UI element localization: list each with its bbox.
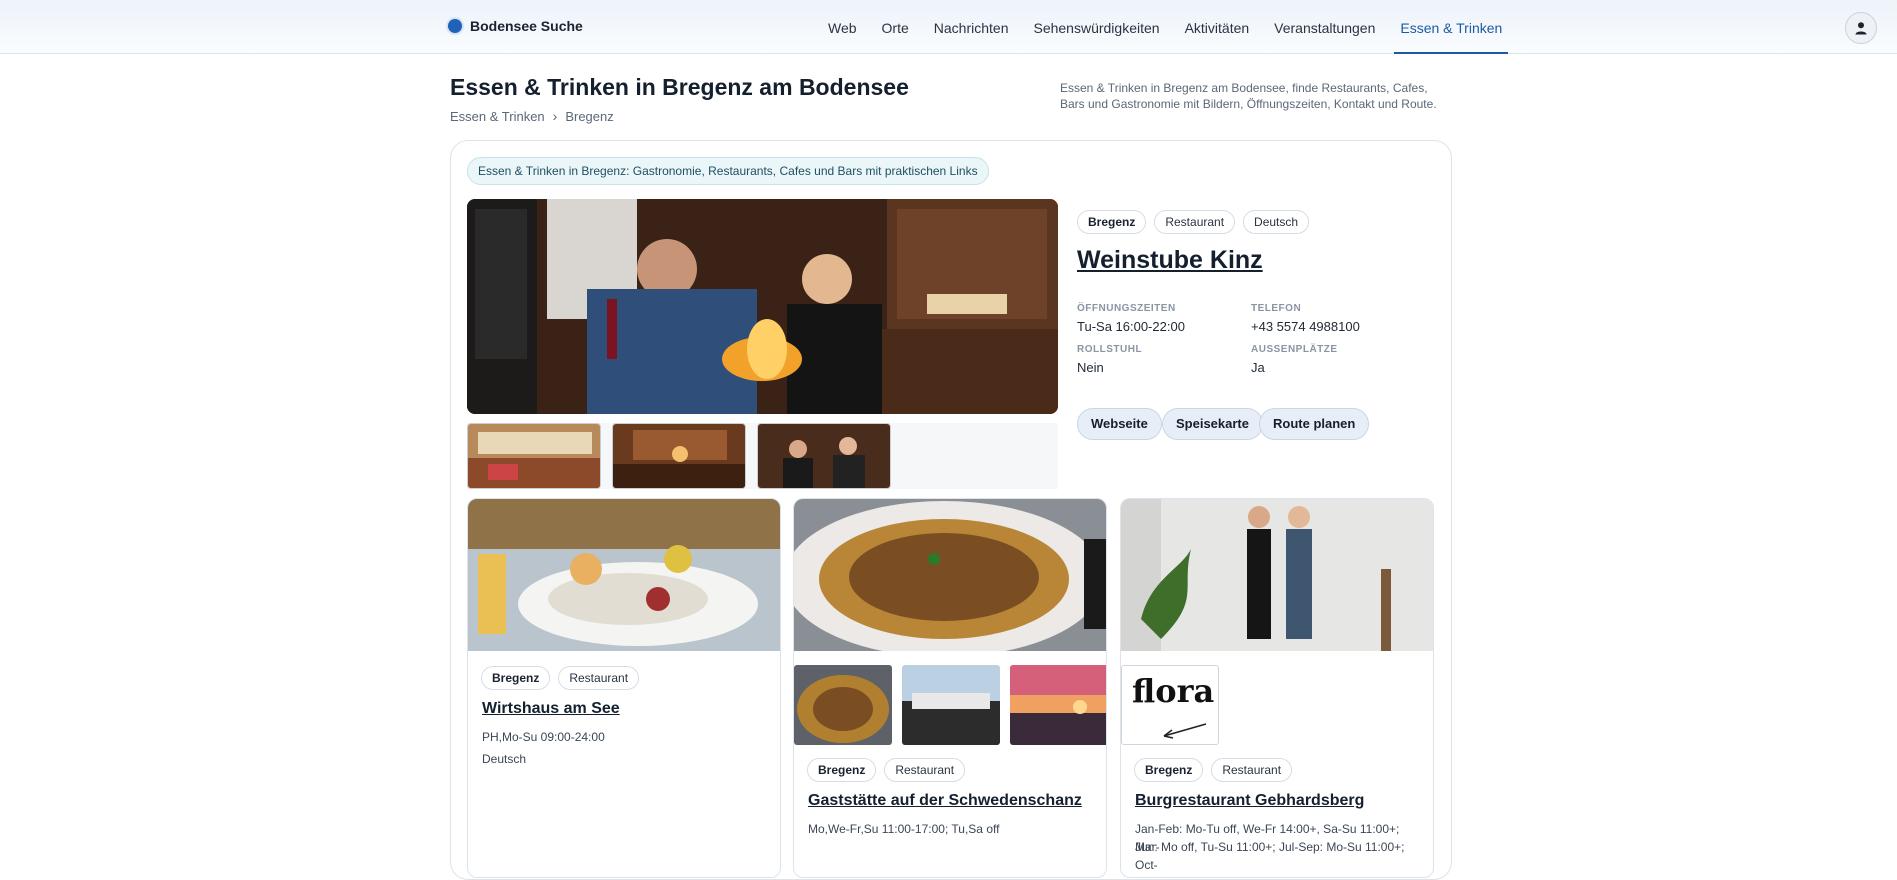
card-chips: Bregenz Restaurant [807, 758, 966, 782]
opening-hours-value: Tu-Sa 16:00-22:00 [1077, 319, 1185, 334]
featured-title-link[interactable]: Weinstube Kinz [1077, 246, 1263, 275]
chip-location[interactable]: Bregenz [807, 758, 877, 782]
user-account-button[interactable] [1845, 12, 1877, 44]
phone-label: TELEFON [1251, 303, 1302, 314]
card-image[interactable] [468, 499, 780, 651]
top-bar: Bodensee Suche Web Orte Nachrichten Sehe… [0, 0, 1897, 54]
featured-hero-image[interactable] [467, 199, 1058, 414]
featured-thumbnail-1[interactable] [467, 423, 601, 489]
card-logo[interactable]: flora [1121, 665, 1219, 745]
featured-thumbnail-strip [467, 423, 1058, 489]
chip-category[interactable]: Restaurant [884, 758, 966, 782]
nav-orte[interactable]: Orte [876, 0, 915, 54]
chip-category[interactable]: Restaurant [1211, 758, 1293, 782]
brand-name: Bodensee Suche [470, 18, 583, 34]
card-title-link[interactable]: Burgrestaurant Gebhardsberg [1135, 792, 1364, 810]
main-nav: Web Orte Nachrichten Sehenswürdigkeiten … [822, 0, 1521, 54]
chip-location[interactable]: Bregenz [1077, 210, 1147, 234]
brand-dot-icon [448, 19, 462, 33]
page-title: Essen & Trinken in Bregenz am Bodensee [450, 74, 909, 100]
logo-arrow-icon [1163, 723, 1207, 739]
card-chips: Bregenz Restaurant [1134, 758, 1293, 782]
card-hours: PH,Mo-Su 09:00-24:00 [482, 730, 605, 744]
result-card-wirtshaus[interactable]: Bregenz Restaurant Wirtshaus am See PH,M… [467, 498, 781, 878]
outdoor-seating-value: Ja [1251, 360, 1265, 375]
featured-chips: Bregenz Restaurant Deutsch [1077, 210, 1310, 234]
website-button[interactable]: Webseite [1077, 408, 1162, 440]
phone-value[interactable]: +43 5574 4988100 [1251, 319, 1360, 334]
nav-essen-trinken[interactable]: Essen & Trinken [1394, 0, 1509, 54]
result-card-schwedenschanz[interactable]: Bregenz Restaurant Gaststätte auf der Sc… [793, 498, 1107, 878]
card-chips: Bregenz Restaurant [481, 666, 640, 690]
card-hours: Mo,We-Fr,Su 11:00-17:00; Tu,Sa off [808, 822, 1000, 836]
nav-sehenswuerdigkeiten[interactable]: Sehenswürdigkeiten [1027, 0, 1165, 54]
nav-aktivitaeten[interactable]: Aktivitäten [1179, 0, 1256, 54]
card-language: Deutsch [482, 752, 527, 766]
card-title-link[interactable]: Wirtshaus am See [482, 700, 620, 718]
card-image[interactable] [1121, 499, 1433, 651]
result-card-gebhardsberg[interactable]: flora Bregenz Restaurant Burgrestaurant … [1120, 498, 1434, 878]
breadcrumb-essen-trinken[interactable]: Essen & Trinken [450, 109, 545, 124]
featured-thumbnail-2[interactable] [612, 423, 746, 489]
card-thumbnail-3[interactable] [1010, 665, 1106, 745]
brand-logo[interactable]: Bodensee Suche [448, 18, 583, 34]
outdoor-seating-label: AUSSENPLÄTZE [1251, 344, 1338, 355]
opening-hours-label: ÖFFNUNGSZEITEN [1077, 303, 1176, 314]
page-description: Essen & Trinken in Bregenz am Bodensee, … [1060, 81, 1437, 111]
breadcrumb: Essen & Trinken › Bregenz [450, 108, 614, 124]
nav-veranstaltungen[interactable]: Veranstaltungen [1268, 0, 1381, 54]
chip-language[interactable]: Deutsch [1243, 210, 1310, 234]
card-thumbnail-2[interactable] [902, 665, 1000, 745]
route-button[interactable]: Route planen [1259, 408, 1370, 440]
section-tag: Essen & Trinken in Bregenz: Gastronomie,… [467, 157, 989, 185]
user-icon [1855, 22, 1867, 35]
featured-thumbnail-3[interactable] [757, 423, 891, 489]
chevron-right-icon: › [552, 108, 558, 124]
breadcrumb-bregenz[interactable]: Bregenz [565, 109, 613, 124]
chip-location[interactable]: Bregenz [1134, 758, 1204, 782]
logo-text: flora [1132, 672, 1215, 710]
nav-nachrichten[interactable]: Nachrichten [928, 0, 1015, 54]
card-thumbnail-1[interactable] [794, 665, 892, 745]
chip-category[interactable]: Restaurant [1154, 210, 1236, 234]
menu-button[interactable]: Speisekarte [1162, 408, 1263, 440]
wheelchair-label: ROLLSTUHL [1077, 344, 1143, 355]
card-hours-line-2: Jun: Mo off, Tu-Su 11:00+; Jul-Sep: Mo-S… [1135, 840, 1405, 872]
card-image[interactable] [794, 499, 1106, 657]
card-title-link[interactable]: Gaststätte auf der Schwedenschanz [808, 792, 1082, 810]
nav-web[interactable]: Web [822, 0, 863, 54]
wheelchair-value: Nein [1077, 360, 1104, 375]
chip-category[interactable]: Restaurant [558, 666, 640, 690]
chip-location[interactable]: Bregenz [481, 666, 551, 690]
